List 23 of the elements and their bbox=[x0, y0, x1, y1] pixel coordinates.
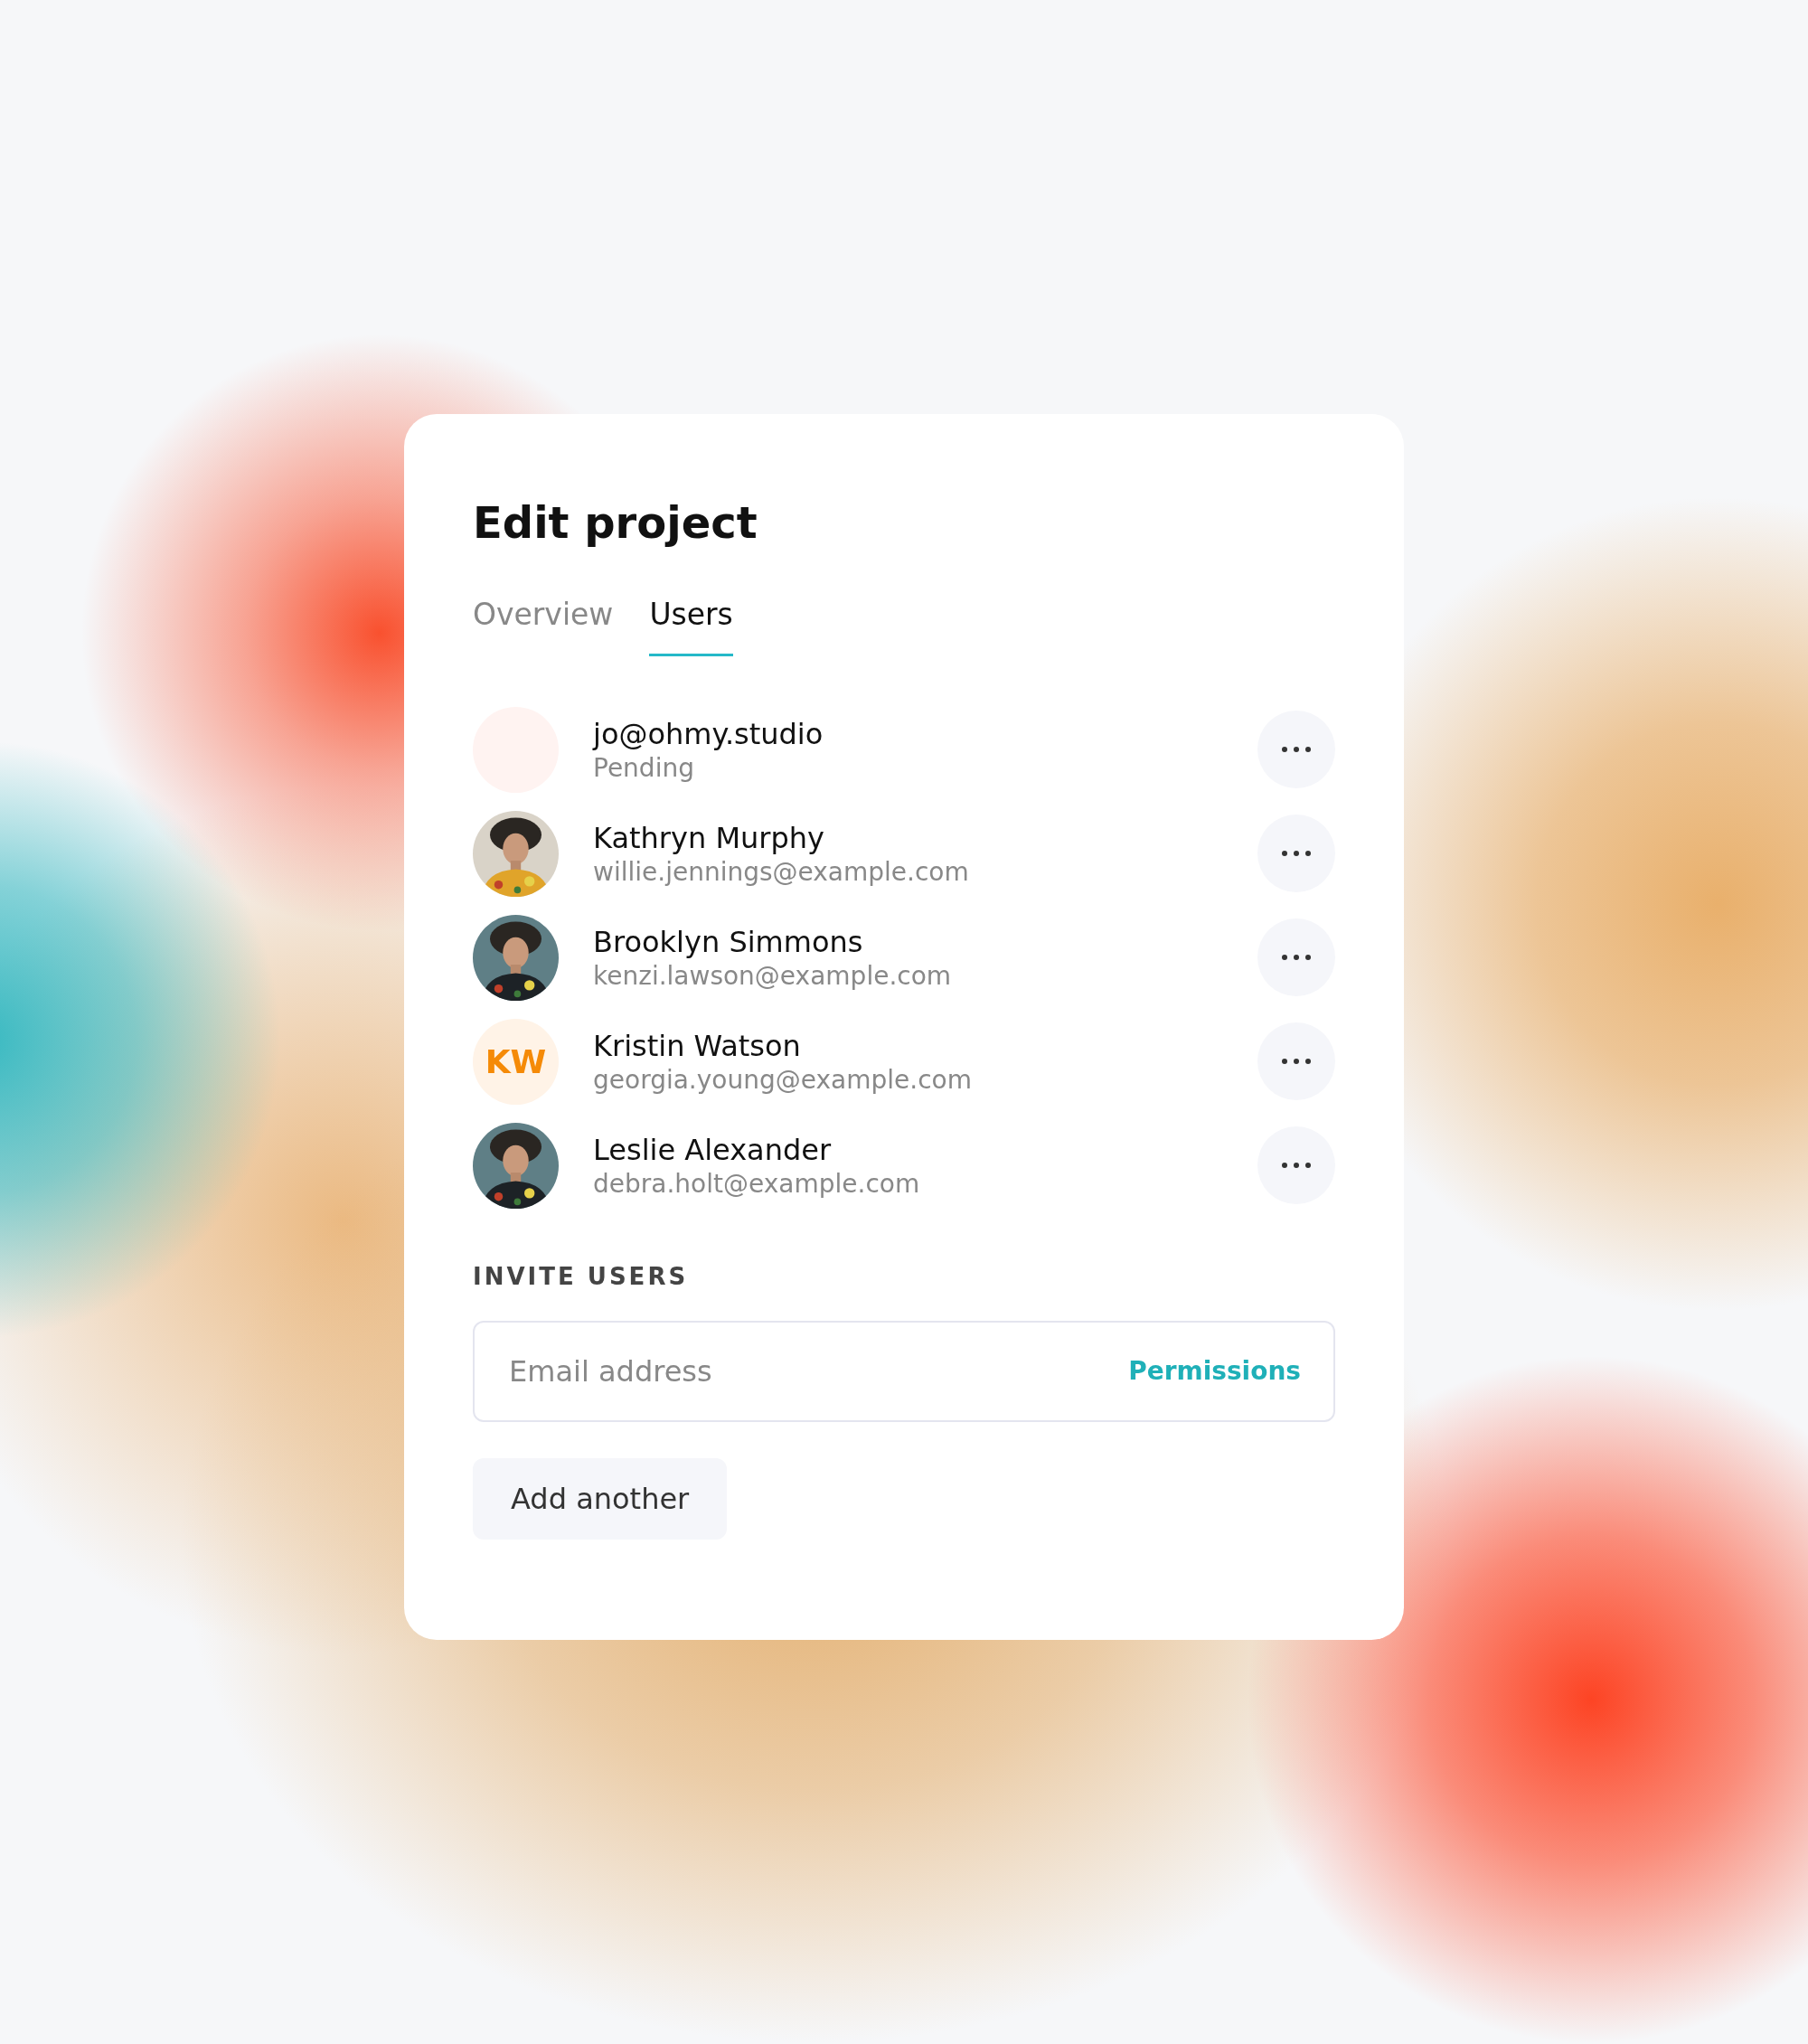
avatar-initials: KW bbox=[473, 1018, 559, 1105]
section-label: INVITE USERS bbox=[473, 1262, 690, 1290]
permissions-link[interactable]: Permissions bbox=[1128, 1356, 1301, 1387]
dialog-title: Edit project bbox=[473, 497, 758, 550]
more-icon bbox=[1281, 850, 1312, 858]
user-name: Brooklyn Simmons bbox=[593, 924, 864, 959]
email-field[interactable]: Email address Permissions bbox=[473, 1320, 1335, 1422]
more-icon bbox=[1281, 746, 1312, 754]
add-another-button[interactable]: Add another bbox=[473, 1457, 728, 1540]
more-icon bbox=[1281, 1058, 1312, 1066]
user-detail: kenzi.lawson@example.com bbox=[593, 960, 953, 991]
tab[interactable]: Users bbox=[649, 596, 733, 656]
more-icon bbox=[1281, 954, 1312, 962]
more-icon bbox=[1281, 1162, 1312, 1170]
user-name: Kristin Watson bbox=[593, 1028, 802, 1063]
user-detail: Pending bbox=[593, 752, 695, 783]
user-detail: georgia.young@example.com bbox=[593, 1064, 973, 1095]
user-name: jo@ohmy.studio bbox=[593, 716, 824, 751]
user-name: Leslie Alexander bbox=[593, 1132, 833, 1167]
user-name: Kathryn Murphy bbox=[593, 820, 825, 855]
user-detail: debra.holt@example.com bbox=[593, 1168, 921, 1199]
user-detail: willie.jennings@example.com bbox=[593, 856, 970, 887]
tab[interactable]: Overview bbox=[473, 596, 614, 656]
